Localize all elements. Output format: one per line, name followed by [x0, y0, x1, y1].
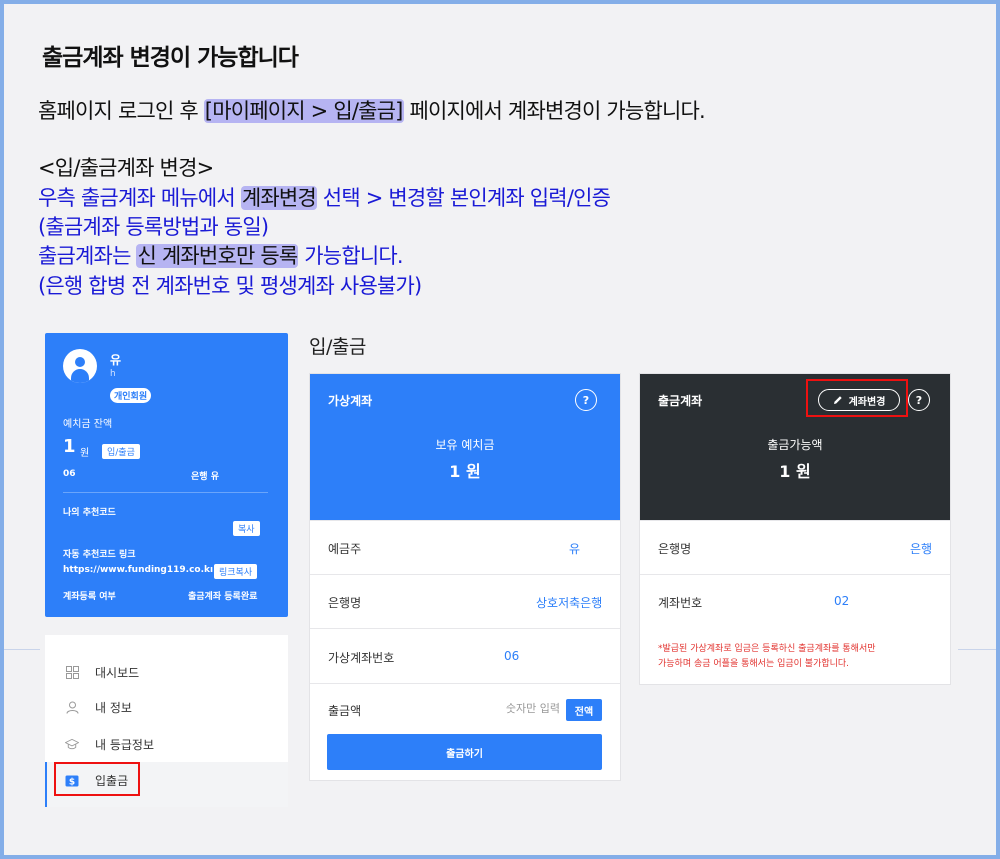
virtual-account-header: 가상계좌 ? 보유 예치금 1 원 — [310, 374, 620, 520]
profile-card: 유 h 개인회원 예치금 잔액 1 원 입/출금 06 은행 유 나의 추천코드… — [45, 333, 288, 617]
user-icon — [65, 701, 79, 715]
withdraw-submit-button[interactable]: 출금하기 — [327, 734, 602, 770]
bank-name-row: 은행명 상호저축은행 — [310, 574, 620, 628]
guide-line-1: 홈페이지 로그인 후 [마이페이지 > 입/출금] 페이지에서 계좌변경이 가능… — [38, 99, 706, 123]
balance-value: 1 — [63, 436, 76, 457]
avatar-body — [71, 369, 89, 383]
guide-line-4: (출금계좌 등록방법과 동일) — [38, 215, 269, 239]
referral-code-label: 나의 추천코드 — [63, 508, 116, 518]
row-label: 예금주 — [328, 542, 362, 556]
account-number: 06 — [63, 469, 76, 479]
profile-name: 유 — [110, 353, 122, 367]
withdrawal-notice: *발급된 가상계좌로 입금은 등록하신 출금계좌를 통해서만 가능하며 송금 어… — [658, 644, 876, 669]
available-amount-caption: 출금가능액 — [767, 438, 823, 452]
deposit-balance-value: 1 원 — [449, 462, 481, 481]
withdraw-amount-label: 출금액 — [328, 704, 362, 718]
account-registration-label: 계좌등록 여부 — [63, 592, 116, 602]
available-amount-value: 1 원 — [779, 462, 811, 481]
sidebar-item-my-info[interactable]: 내 정보 — [65, 699, 132, 716]
highlight-box-change-account — [806, 379, 908, 417]
sidebar-item-dashboard[interactable]: 대시보드 — [65, 664, 139, 681]
account-registration-status: 출금계좌 등록완료 — [188, 592, 258, 602]
guide-highlight-new-account: 신 계좌번호만 등록 — [136, 244, 299, 268]
divider-right — [958, 649, 996, 650]
row-value: 은행 — [910, 542, 933, 556]
row-label: 은행명 — [658, 542, 692, 556]
withdraw-bank-row: 은행명 은행 — [640, 520, 950, 574]
balance-unit: 원 — [80, 448, 90, 459]
auto-link-label: 자동 추천코드 링크 — [63, 550, 136, 560]
withdraw-amount-input[interactable]: 숫자만 입력 — [470, 700, 560, 718]
guide-line-3: 우측 출금계좌 메뉴에서 계좌변경 선택 > 변경할 본인계좌 입력/인증 — [38, 186, 611, 210]
virtual-account-title: 가상계좌 — [328, 394, 373, 408]
guide-highlight-mypage: [마이페이지 > 입/출금] — [203, 99, 404, 123]
row-value: 유 — [569, 542, 581, 556]
guide-line-5: 출금계좌는 신 계좌번호만 등록 가능합니다. — [38, 244, 404, 268]
virtual-account-number-row: 가상계좌번호 06 — [310, 628, 620, 683]
guide-heading: 출금계좌 변경이 가능합니다 — [42, 45, 299, 71]
sidebar-item-label: 대시보드 — [95, 666, 140, 680]
copy-link-button[interactable]: 링크복사 — [214, 564, 258, 579]
sidebar-item-label: 내 정보 — [95, 701, 132, 715]
dashboard-icon — [65, 666, 79, 680]
withdraw-account-number-row: 계좌번호 02 — [640, 574, 950, 628]
row-label: 계좌번호 — [658, 596, 703, 610]
withdrawal-account-help-button[interactable]: ? — [908, 389, 930, 411]
member-type-badge: 개인회원 — [110, 388, 152, 403]
avatar-head — [75, 357, 85, 367]
profile-divider — [63, 492, 268, 493]
withdraw-amount-row: 출금액 숫자만 입력 전액 출금하기 — [310, 683, 620, 782]
row-value: 상호저축은행 — [536, 596, 603, 610]
deposit-balance-caption: 보유 예치금 — [435, 438, 495, 452]
virtual-account-card: 가상계좌 ? 보유 예치금 1 원 예금주 유 은행명 상호저축은행 가상계좌번… — [309, 373, 621, 781]
referral-link-url: https://www.funding119.co.kı — [63, 565, 214, 575]
avatar — [63, 349, 97, 383]
highlight-box-deposit-menu — [54, 762, 140, 796]
profile-subtext: h — [110, 369, 116, 379]
account-holder-row: 예금주 유 — [310, 520, 620, 574]
graduation-cap-icon — [65, 738, 79, 752]
row-label: 가상계좌번호 — [328, 651, 395, 665]
divider-left — [4, 649, 40, 650]
row-label: 은행명 — [328, 596, 362, 610]
sidebar-item-grade-info[interactable]: 내 등급정보 — [65, 736, 154, 753]
copy-referral-button[interactable]: 복사 — [233, 521, 260, 536]
withdrawal-account-card: 출금계좌 계좌변경 ? 출금가능액 1 원 은행명 은행 계좌번호 02 *발급… — [639, 373, 951, 685]
section-title: 입/출금 — [309, 336, 366, 358]
virtual-account-help-button[interactable]: ? — [575, 389, 597, 411]
withdrawal-account-title: 출금계좌 — [658, 394, 703, 408]
sidebar-item-label: 내 등급정보 — [95, 738, 155, 752]
guide-line-2: <입/출금계좌 변경> — [38, 156, 214, 180]
deposit-withdraw-chip[interactable]: 입/출금 — [102, 444, 140, 459]
row-value: 06 — [504, 649, 520, 663]
guide-line-6: (은행 합병 전 계좌번호 및 평생계좌 사용불가) — [38, 274, 422, 298]
bank-name: 은행 유 — [191, 472, 219, 482]
all-amount-button[interactable]: 전액 — [566, 699, 602, 721]
row-value: 02 — [834, 594, 850, 608]
balance-label: 예치금 잔액 — [63, 419, 113, 430]
guide-highlight-change: 계좌변경 — [240, 186, 317, 210]
